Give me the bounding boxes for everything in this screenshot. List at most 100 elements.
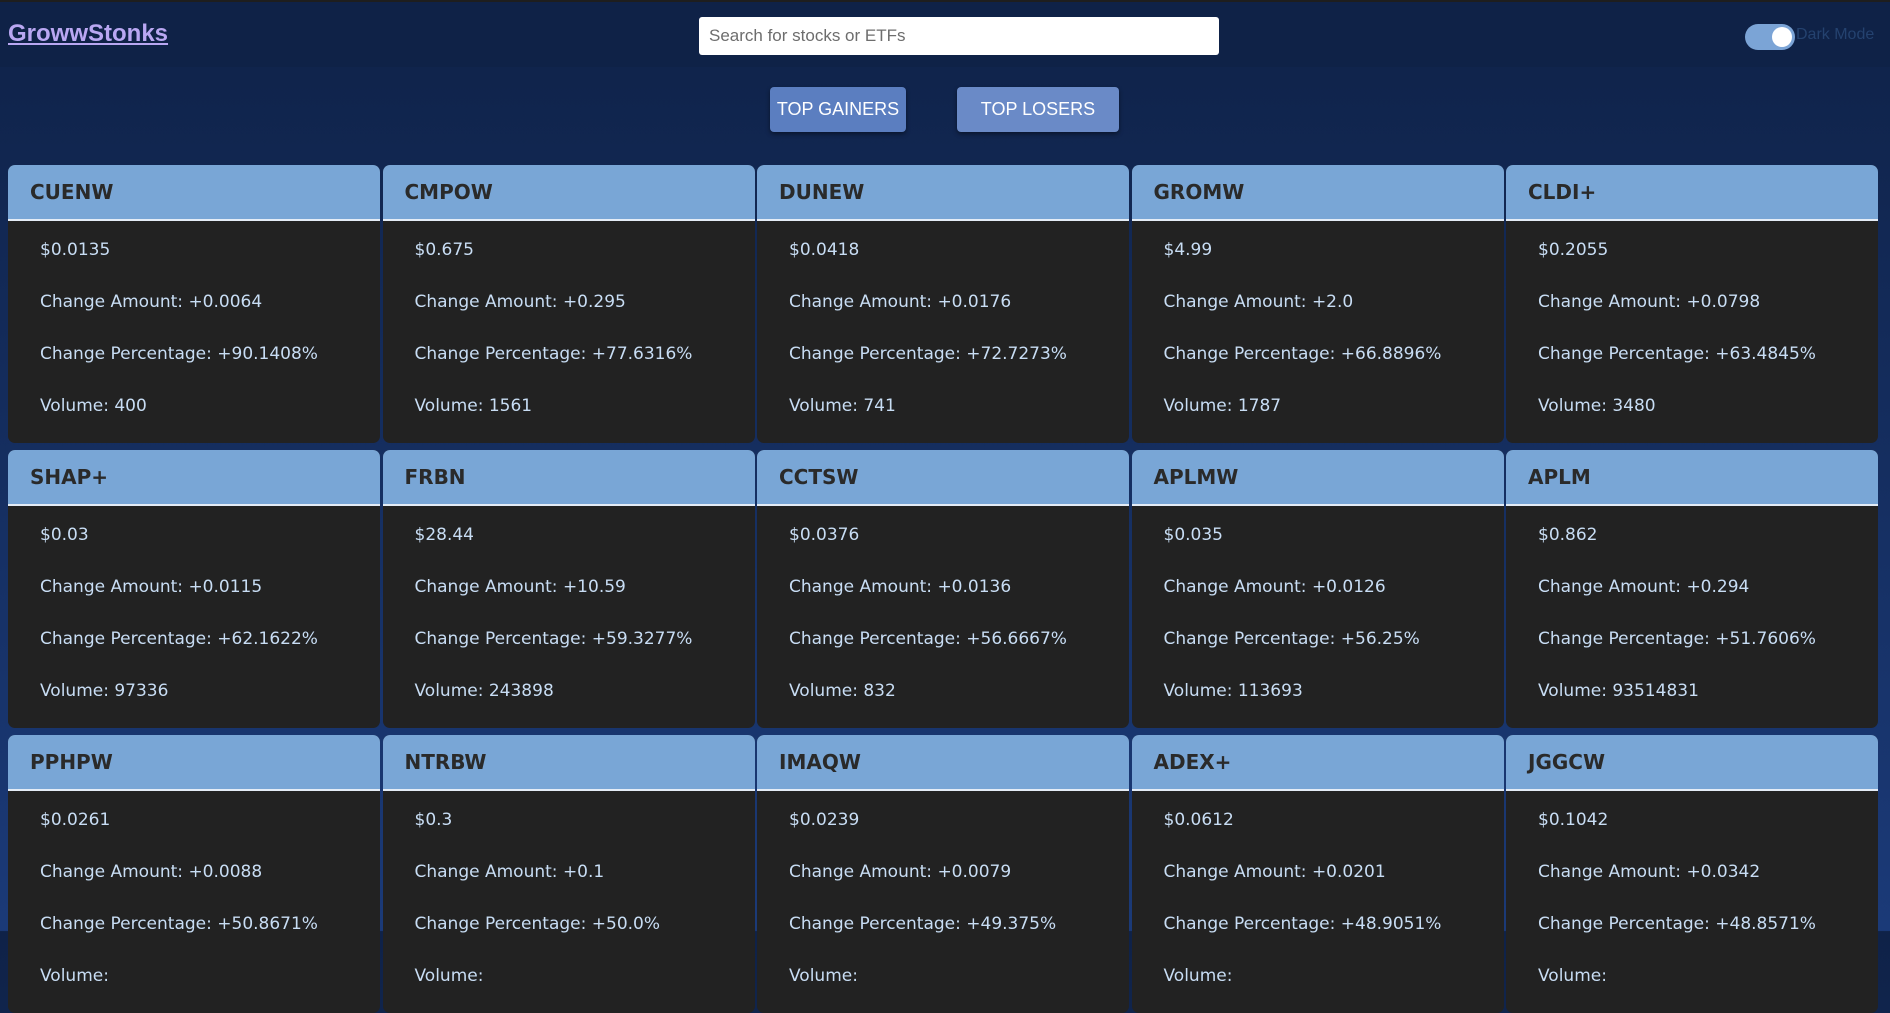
stock-card-body: $0.0418 Change Amount: +0.0176 Change Perc… — [757, 221, 1129, 443]
stock-change-percentage-label: Change Percentage: — [414, 344, 592, 364]
stock-volume-label: Volume: — [1538, 396, 1613, 416]
stock-card-header: GROMW — [1131, 165, 1504, 221]
stock-card[interactable]: DUNEW $0.0418 Change Amount: +0.0176 Change… — [757, 165, 1129, 443]
stock-card[interactable]: SHAP+ $0.03 Change Amount: +0.0115 Change P… — [8, 450, 380, 728]
stock-change-percentage-label: Change Percentage: — [1163, 914, 1341, 934]
stock-card[interactable]: JGGCW $0.1042 Change Amount: +0.0342 Change… — [1506, 735, 1878, 1013]
stock-volume-label: Volume: — [1163, 966, 1233, 986]
stock-change-percentage-label: Change Percentage: — [1538, 629, 1716, 649]
stock-card[interactable]: PPHPW $0.0261 Change Amount: +0.0088 Change… — [8, 735, 380, 1013]
stock-change-percentage-value: +63.4845% — [1715, 344, 1816, 364]
stock-change-percentage-value: +49.375% — [966, 914, 1057, 934]
stock-change-amount: Change Amount: +10.59 — [415, 576, 755, 628]
stock-volume-value: 93514831 — [1612, 681, 1699, 701]
stock-volume-value: 832 — [863, 681, 896, 701]
stock-price: $0.675 — [415, 239, 755, 291]
stock-ticker: FRBN — [404, 465, 466, 489]
stock-price-value: $0.862 — [1538, 525, 1598, 545]
stock-card[interactable]: CCTSW $0.0376 Change Amount: +0.0136 Change… — [757, 450, 1129, 728]
stock-volume-label: Volume: — [1538, 681, 1613, 701]
stock-card[interactable]: NTRBW $0.3 Change Amount: +0.1 Change Perce… — [382, 735, 755, 1013]
stock-price-value: $0.675 — [414, 240, 474, 260]
stock-change-amount-value: +0.0176 — [937, 292, 1012, 312]
stock-card-grid: CUENW $0.0135 Change Amount: +0.0064 Change… — [8, 165, 1878, 1013]
stock-change-amount-value: +0.1 — [562, 862, 605, 882]
stock-change-amount-label: Change Amount: — [40, 292, 189, 312]
stock-change-percentage: Change Percentage: +48.8571% — [1538, 913, 1878, 965]
stock-change-amount: Change Amount: +0.0176 — [789, 291, 1129, 343]
stock-volume: Volume: 1787 — [1164, 395, 1504, 443]
stock-card-header: CCTSW — [757, 450, 1129, 506]
stock-ticker: CMPOW — [404, 180, 493, 204]
stock-volume-label: Volume: — [1163, 681, 1238, 701]
stock-price: $0.0135 — [40, 239, 380, 291]
stock-volume: Volume: 3480 — [1538, 395, 1878, 443]
stock-change-amount-label: Change Amount: — [1163, 577, 1312, 597]
stock-volume: Volume: 97336 — [40, 680, 380, 728]
stock-change-percentage-label: Change Percentage: — [414, 629, 592, 649]
stock-card[interactable]: CMPOW $0.675 Change Amount: +0.295 Change P… — [382, 165, 755, 443]
stock-volume-value: 741 — [863, 396, 896, 416]
stock-price-value: $0.0239 — [789, 810, 860, 830]
stock-change-amount-value: +0.0798 — [1686, 292, 1761, 312]
stock-volume-value: 3480 — [1612, 396, 1656, 416]
stock-volume: Volume: 741 — [789, 395, 1129, 443]
stock-ticker: GROMW — [1153, 180, 1245, 204]
stock-change-percentage-label: Change Percentage: — [414, 914, 592, 934]
stock-ticker: CLDI+ — [1528, 180, 1597, 204]
stock-change-amount-label: Change Amount: — [789, 292, 938, 312]
stock-change-percentage-label: Change Percentage: — [789, 914, 967, 934]
stock-price-value: $0.03 — [40, 525, 89, 545]
stock-card[interactable]: ADEX+ $0.0612 Change Amount: +0.0201 Change… — [1131, 735, 1504, 1013]
stock-change-amount-value: +2.0 — [1311, 292, 1354, 312]
stock-change-amount: Change Amount: +0.0342 — [1538, 861, 1878, 913]
dark-mode-toggle[interactable] — [1745, 24, 1795, 50]
stock-change-percentage-label: Change Percentage: — [40, 344, 218, 364]
stock-change-percentage-value: +77.6316% — [591, 344, 693, 364]
stock-card[interactable]: CUENW $0.0135 Change Amount: +0.0064 Change… — [8, 165, 380, 443]
stock-change-amount-label: Change Amount: — [40, 862, 189, 882]
stock-ticker: CUENW — [30, 180, 114, 204]
stock-card-body: $0.862 Change Amount: +0.294 Change Percen… — [1506, 506, 1878, 728]
stock-price: $0.0376 — [789, 524, 1129, 576]
stock-change-amount: Change Amount: +0.0798 — [1538, 291, 1878, 343]
stock-card-body: $0.035 Change Amount: +0.0126 Change Perce… — [1132, 506, 1504, 728]
stock-card[interactable]: APLM $0.862 Change Amount: +0.294 Change Pe… — [1506, 450, 1878, 728]
tab-top-gainers[interactable]: TOP GAINERS — [770, 87, 906, 132]
stock-card-header: JGGCW — [1506, 735, 1878, 791]
stock-price: $0.862 — [1538, 524, 1878, 576]
stock-card-body: $0.0612 Change Amount: +0.0201 Change Perc… — [1132, 791, 1504, 1013]
stock-change-amount-label: Change Amount: — [1538, 292, 1687, 312]
stock-change-amount-label: Change Amount: — [414, 292, 563, 312]
stock-card[interactable]: IMAQW $0.0239 Change Amount: +0.0079 Change… — [757, 735, 1129, 1013]
stock-volume-value: 1561 — [488, 396, 533, 416]
brand-logo-link[interactable]: GrowwStonks — [8, 20, 168, 48]
stock-change-percentage: Change Percentage: +77.6316% — [415, 343, 755, 395]
stock-change-amount: Change Amount: +0.0126 — [1164, 576, 1504, 628]
stock-card[interactable]: CLDI+ $0.2055 Change Amount: +0.0798 Change… — [1506, 165, 1878, 443]
stock-change-amount-label: Change Amount: — [1163, 862, 1312, 882]
stock-volume: Volume: 832 — [789, 680, 1129, 728]
stock-change-amount: Change Amount: +0.0115 — [40, 576, 380, 628]
stock-change-amount-value: +0.0064 — [188, 292, 263, 312]
stock-card[interactable]: FRBN $28.44 Change Amount: +10.59 Change Pe… — [382, 450, 755, 728]
stock-change-amount-value: +0.295 — [562, 292, 626, 312]
stock-change-percentage: Change Percentage: +90.1408% — [40, 343, 380, 395]
stock-change-percentage-value: +48.8571% — [1715, 914, 1816, 934]
stock-price: $0.1042 — [1538, 809, 1878, 861]
tab-bar: TOP GAINERS TOP LOSERS — [0, 87, 1890, 132]
stock-change-percentage: Change Percentage: +50.8671% — [40, 913, 380, 965]
stock-price-value: $4.99 — [1163, 240, 1213, 260]
search-input[interactable] — [699, 17, 1219, 55]
stock-card-body: $28.44 Change Amount: +10.59 Change Percen… — [383, 506, 755, 728]
stock-card-header: FRBN — [382, 450, 755, 506]
stock-card[interactable]: APLMW $0.035 Change Amount: +0.0126 Change … — [1131, 450, 1504, 728]
stock-card[interactable]: GROMW $4.99 Change Amount: +2.0 Change Perc… — [1131, 165, 1504, 443]
stock-card-body: $0.2055 Change Amount: +0.0798 Change Perc… — [1506, 221, 1878, 443]
stock-card-header: CUENW — [8, 165, 380, 221]
tab-top-losers[interactable]: TOP LOSERS — [957, 87, 1119, 132]
stock-price: $0.3 — [415, 809, 755, 861]
stock-change-amount: Change Amount: +0.0064 — [40, 291, 380, 343]
stock-change-percentage: Change Percentage: +62.1622% — [40, 628, 380, 680]
stock-price-value: $0.3 — [414, 810, 453, 830]
